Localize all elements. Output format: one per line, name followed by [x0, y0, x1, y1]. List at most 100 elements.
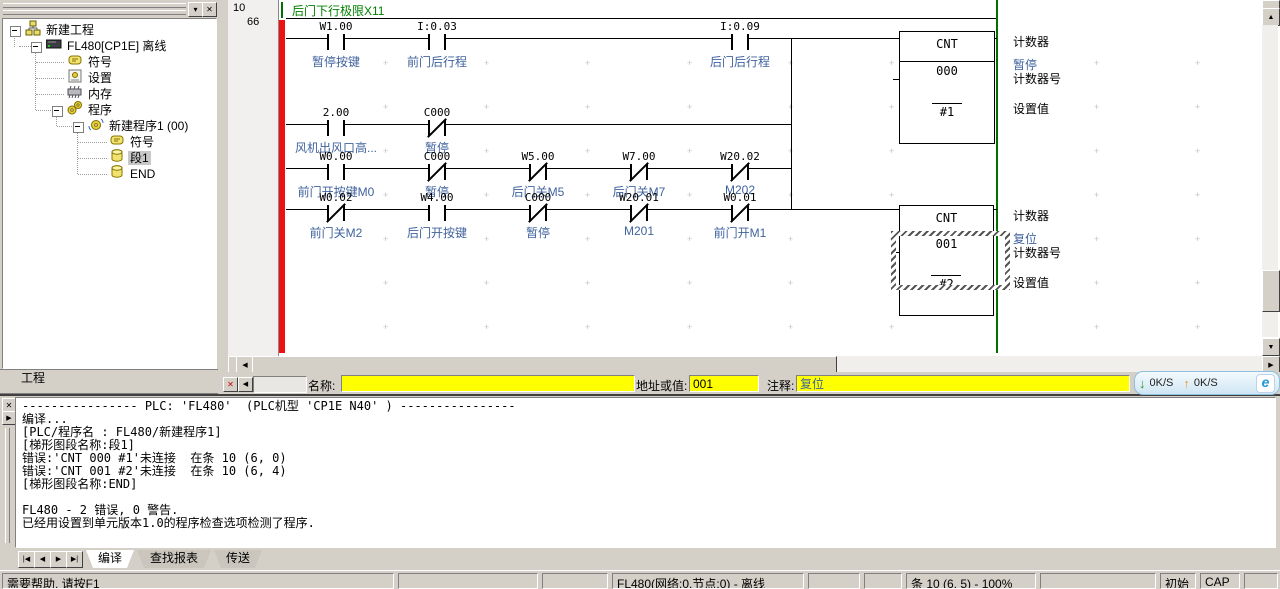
expand-output-icon[interactable]: ▶: [2, 411, 16, 425]
grid-dot: +: [484, 324, 489, 330]
status-blank: [1040, 573, 1156, 589]
status-blank: [398, 573, 538, 589]
tab-last-button[interactable]: ▶|: [66, 551, 83, 568]
tree-item-end[interactable]: END: [109, 166, 157, 182]
panel-grip[interactable]: [3, 10, 186, 15]
no-contact-symbol: [731, 33, 749, 52]
comment-input[interactable]: [796, 375, 1130, 392]
ie-icon[interactable]: e: [1256, 374, 1275, 393]
nc-contact-symbol: [428, 163, 446, 182]
cnt-desc: 计数器: [1013, 207, 1049, 224]
rung-comment[interactable]: 后门下行极限X11: [292, 2, 384, 19]
vertical-scroll-thumb[interactable]: [1262, 270, 1280, 312]
contact[interactable]: I:0.09 后门后行程: [690, 21, 790, 70]
grid-dot: +: [889, 104, 894, 110]
contact[interactable]: W0.02 前门关M2: [286, 192, 386, 241]
address-input[interactable]: [689, 375, 759, 392]
tree-connector: [78, 158, 107, 160]
no-contact-symbol: [327, 33, 345, 52]
horizontal-scroll-thumb[interactable]: [252, 356, 837, 372]
net-speed-overlay[interactable]: ↓ 0K/S ↑ 0K/S e: [1134, 371, 1280, 395]
status-blank: [1244, 573, 1278, 589]
nc-contact-symbol: [630, 163, 648, 182]
cnt-operand-desc: 计数器号: [1013, 70, 1061, 87]
rung-number: 10: [233, 2, 245, 14]
grid-dot: +: [687, 324, 692, 330]
contact[interactable]: W0.01 前门开M1: [690, 192, 790, 241]
status-bar: 需要帮助, 请按F1 FL480(网络:0,节点:0) - 离线 条 10 (6…: [0, 570, 1280, 589]
no-contact-symbol: [327, 163, 345, 182]
tree-connector: [36, 78, 64, 80]
tree-expander[interactable]: [10, 26, 21, 37]
nc-contact-symbol: [731, 163, 749, 182]
cnt-instruction-000[interactable]: CNT 000 #1: [899, 31, 995, 144]
rung-margin[interactable]: 10 66: [228, 0, 279, 356]
cnt-operand-desc: 设置值: [1013, 274, 1049, 291]
tree-connector: [36, 110, 51, 112]
scroll-down-button[interactable]: ▼: [1262, 338, 1280, 356]
panel-grip[interactable]: [3, 3, 186, 8]
tree-expander[interactable]: [73, 122, 84, 133]
tab-compile[interactable]: 编译: [86, 550, 134, 568]
upload-speed: 0K/S: [1194, 377, 1218, 389]
ladder-editor: 10 66 后门下行极限X11 ++++++++++++++++++++++++…: [228, 0, 1280, 372]
contact[interactable]: C000 暂停: [387, 107, 487, 156]
compile-output[interactable]: ---------------- PLC: 'FL480' (PLC机型 'CP…: [15, 397, 1276, 548]
mode-box: [253, 376, 307, 393]
tab-project[interactable]: 工程: [6, 370, 60, 388]
tree-connector: [57, 126, 72, 128]
contact[interactable]: 2.00 风机出风口高...: [286, 107, 386, 156]
nc-contact-symbol: [630, 204, 648, 223]
grid-dot: +: [788, 324, 793, 330]
no-contact-symbol: [428, 33, 446, 52]
tree-connector: [78, 174, 107, 176]
status-plc-mode: 初始: [1160, 573, 1196, 589]
grid-dot: +: [1094, 104, 1099, 110]
cnt-operand-desc: 设置值: [1013, 100, 1049, 117]
panel-splitter[interactable]: [218, 0, 228, 394]
tree-connector: [36, 62, 64, 64]
comment-label: 注释:: [767, 377, 794, 394]
status-blank: [542, 573, 608, 589]
grid-dot: +: [1094, 236, 1099, 242]
panel-rolldown-button[interactable]: ▾: [188, 2, 203, 17]
tab-first-button[interactable]: |◀: [18, 551, 35, 568]
comment-separator: [286, 18, 998, 19]
nc-contact-symbol: [731, 204, 749, 223]
tree-item-program1[interactable]: 新建程序1 (00): [88, 118, 190, 134]
nc-contact-symbol: [428, 119, 446, 138]
scroll-right-button[interactable]: ▶: [1262, 356, 1280, 372]
name-input[interactable]: [341, 375, 635, 392]
grid-dot: +: [383, 280, 388, 286]
panel-grip[interactable]: [5, 428, 10, 543]
tab-transfer[interactable]: 传送: [214, 550, 262, 568]
status-plc: FL480(网络:0,节点:0) - 离线: [612, 573, 804, 589]
grid-dot: +: [788, 280, 793, 286]
wire-junction: [791, 38, 792, 210]
contact[interactable]: I:0.03 前门后行程: [387, 21, 487, 70]
tab-find-report[interactable]: 查找报表: [137, 550, 211, 568]
grid-dot: +: [1195, 148, 1200, 154]
close-bar-icon[interactable]: ✕: [223, 377, 238, 392]
left-bus-bar: [279, 20, 285, 353]
tree-connector: [78, 142, 107, 144]
address-label: 地址或值:: [636, 377, 687, 394]
tree-expander[interactable]: [52, 106, 63, 117]
grid-dot: +: [585, 280, 590, 286]
collapse-left-icon[interactable]: ◀: [238, 377, 253, 392]
tab-next-button[interactable]: ▶: [50, 551, 67, 568]
contact[interactable]: W1.00 暂停按键: [286, 21, 386, 70]
download-speed: 0K/S: [1150, 377, 1174, 389]
panel-close-button[interactable]: ✕: [202, 2, 217, 17]
tab-prev-button[interactable]: ◀: [34, 551, 51, 568]
contact[interactable]: W20.01 M201: [589, 192, 689, 238]
scroll-up-button[interactable]: ▲: [1262, 8, 1280, 26]
contact[interactable]: W4.00 后门开按键: [387, 192, 487, 241]
tree-item-plc[interactable]: FL480[CP1E] 离线: [46, 38, 168, 54]
upload-arrow-icon: ↑: [1183, 376, 1190, 391]
close-output-icon[interactable]: ✕: [2, 398, 16, 412]
contact[interactable]: C000 暂停: [488, 192, 588, 241]
tree-expander[interactable]: [31, 42, 42, 53]
nc-contact-symbol: [529, 204, 547, 223]
grid-dot: +: [889, 148, 894, 154]
